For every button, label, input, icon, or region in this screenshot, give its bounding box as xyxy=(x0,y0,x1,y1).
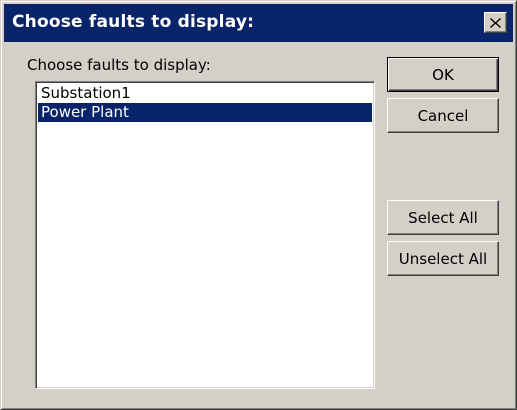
list-item-power-plant[interactable]: Power Plant xyxy=(38,103,372,122)
ok-button[interactable]: OK xyxy=(387,57,499,92)
close-button[interactable] xyxy=(484,12,507,33)
list-item-substation1[interactable]: Substation1 xyxy=(38,84,372,103)
select-all-button[interactable]: Select All xyxy=(387,200,499,235)
dialog-title: Choose faults to display: xyxy=(12,12,255,32)
faults-listbox[interactable]: Substation1 Power Plant xyxy=(35,81,375,389)
close-icon xyxy=(490,17,501,28)
unselect-all-button[interactable]: Unselect All xyxy=(387,241,499,276)
list-prompt-label: Choose faults to display: xyxy=(27,56,211,74)
cancel-button[interactable]: Cancel xyxy=(387,98,499,133)
title-bar[interactable]: Choose faults to display: xyxy=(4,4,513,42)
choose-faults-dialog: Choose faults to display: Choose faults … xyxy=(0,0,517,410)
